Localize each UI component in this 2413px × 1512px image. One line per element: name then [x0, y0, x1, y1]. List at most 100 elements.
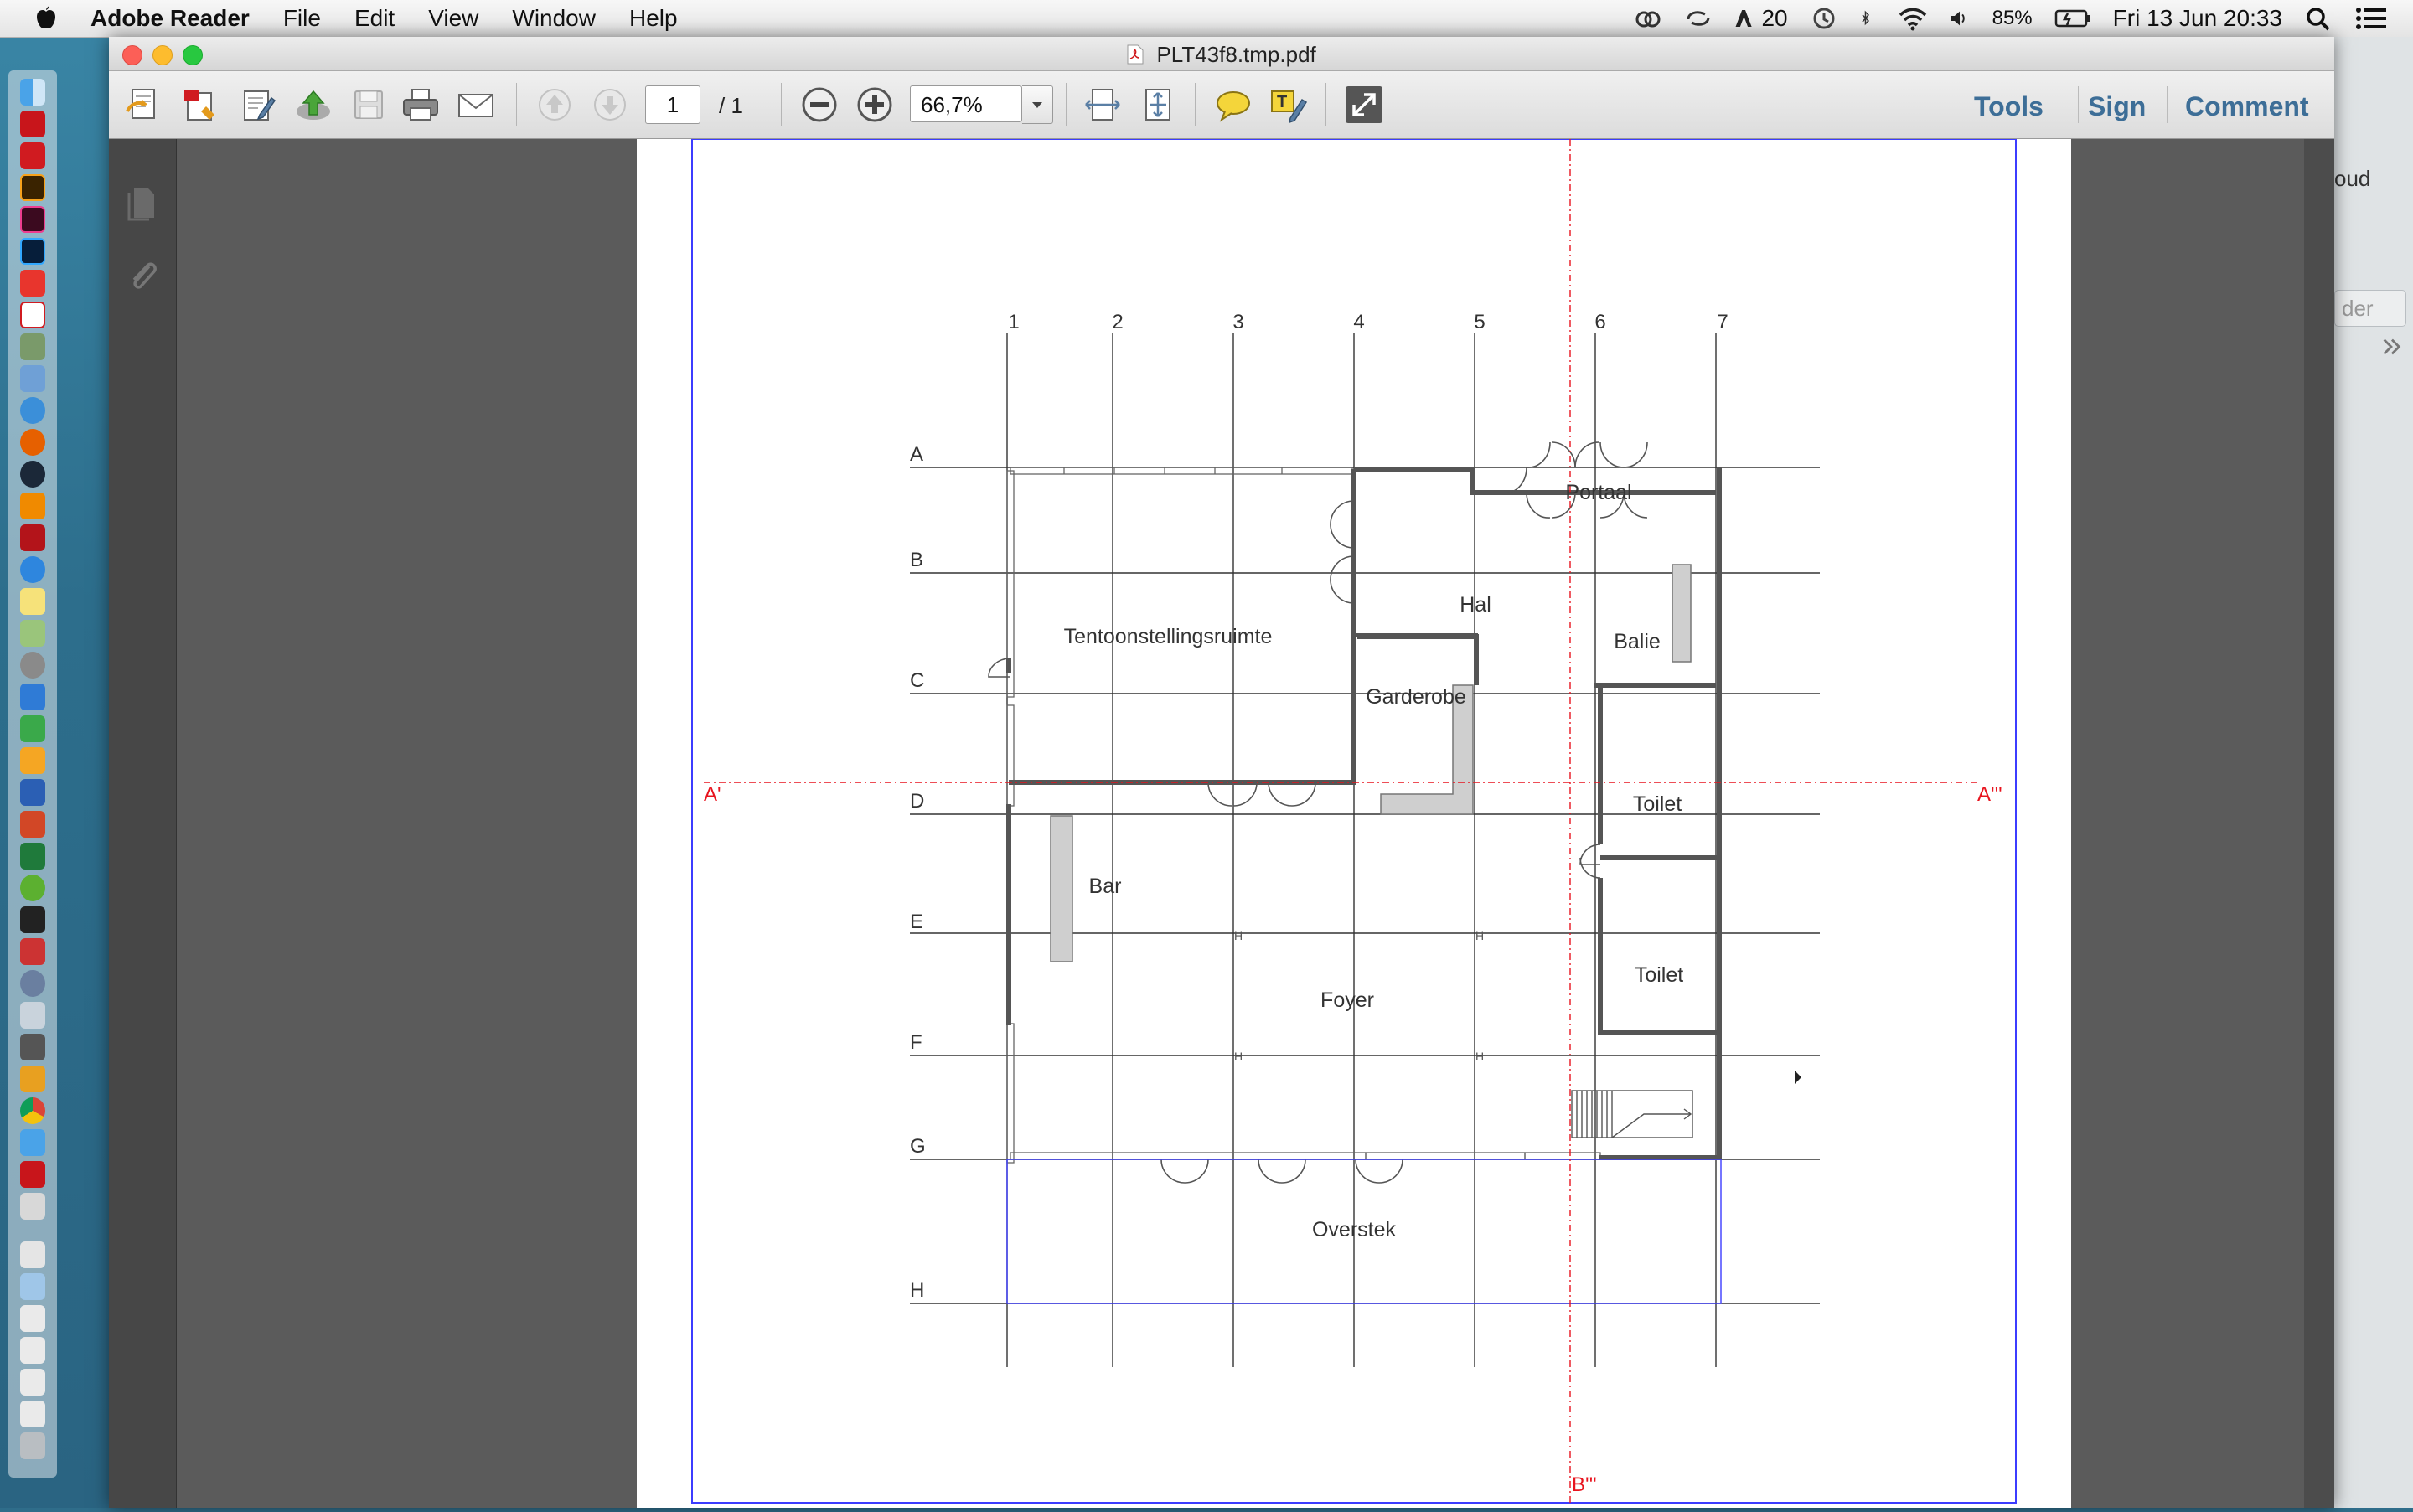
creative-cloud-icon[interactable]: [1634, 6, 1662, 31]
spotlight-search-icon[interactable]: [2304, 6, 2333, 31]
acrobat-reader-icon[interactable]: [20, 1161, 45, 1188]
comment-pane-button[interactable]: Comment: [2185, 91, 2309, 122]
document-4-icon[interactable]: [20, 1369, 45, 1396]
menu-file[interactable]: File: [283, 5, 321, 32]
adobe-updates-indicator[interactable]: 20: [1734, 5, 1788, 32]
vlc-icon[interactable]: [20, 493, 45, 519]
utorrent-icon[interactable]: [20, 875, 45, 901]
fit-page-icon[interactable]: [1138, 85, 1178, 125]
numbers-icon[interactable]: [20, 715, 45, 742]
zoom-out-icon[interactable]: [799, 85, 840, 125]
highlight-text-icon[interactable]: T: [1269, 85, 1309, 125]
powerpoint-icon[interactable]: [20, 811, 45, 838]
migration-icon[interactable]: [20, 1193, 45, 1220]
fit-width-icon[interactable]: [1082, 85, 1123, 125]
open-file-icon[interactable]: [124, 85, 164, 125]
email-icon[interactable]: [456, 85, 496, 125]
full-screen-icon[interactable]: [1344, 85, 1384, 125]
excel-icon[interactable]: [20, 843, 45, 870]
upload-cloud-icon[interactable]: [293, 85, 333, 125]
notification-center-icon[interactable]: [2354, 6, 2388, 31]
acrobat-pro-icon[interactable]: [20, 302, 45, 328]
pages-icon[interactable]: [20, 747, 45, 774]
preview-icon[interactable]: [20, 365, 45, 392]
menu-edit[interactable]: Edit: [354, 5, 395, 32]
trash-icon[interactable]: [20, 1432, 45, 1459]
document-icon[interactable]: [20, 1241, 45, 1268]
sketchup-icon[interactable]: [20, 270, 45, 297]
document-2-icon[interactable]: [20, 1305, 45, 1332]
print-icon[interactable]: [400, 85, 441, 125]
itunes-icon[interactable]: [20, 556, 45, 583]
battery-percentage[interactable]: 85%: [1992, 7, 2033, 30]
word-icon[interactable]: [20, 779, 45, 806]
edit-pdf-icon[interactable]: [238, 85, 278, 125]
volume-icon[interactable]: [1949, 6, 1971, 31]
time-machine-icon[interactable]: [1810, 6, 1838, 31]
wifi-icon[interactable]: [1899, 6, 1927, 31]
page-thumbnails-icon[interactable]: [126, 184, 159, 221]
sign-pane-button[interactable]: Sign: [2088, 91, 2146, 122]
folder-icon[interactable]: [20, 1273, 45, 1300]
zoom-dropdown-button[interactable]: [1022, 85, 1053, 124]
photoshop-icon[interactable]: [20, 238, 45, 265]
double-chevron-right-icon[interactable]: [2379, 335, 2403, 359]
system-preferences-icon[interactable]: [20, 652, 45, 679]
menu-bar: Adobe Reader File Edit View Window Help …: [0, 0, 2413, 38]
adobe-reader-icon[interactable]: [20, 142, 45, 169]
illustrator-icon[interactable]: [20, 174, 45, 201]
archive-icon[interactable]: [20, 1034, 45, 1060]
row-label: F: [910, 1031, 922, 1054]
background-window[interactable]: oud der: [2334, 37, 2413, 1508]
steam-icon[interactable]: [20, 461, 45, 488]
grapher-icon[interactable]: [20, 970, 45, 997]
game-icon[interactable]: [20, 906, 45, 933]
page-number-input[interactable]: 1: [645, 85, 700, 124]
notes-icon[interactable]: [20, 588, 45, 615]
menubar-clock[interactable]: Fri 13 Jun 20:33: [2113, 5, 2282, 32]
image-capture-icon[interactable]: [20, 333, 45, 360]
finder-window-icon[interactable]: [20, 1129, 45, 1156]
help-icon[interactable]: [20, 1002, 45, 1029]
room-label-toilet-1: Toilet: [1633, 792, 1682, 816]
create-pdf-icon[interactable]: [181, 85, 221, 125]
finder-icon[interactable]: [20, 79, 45, 106]
room-label-portaal: Portaal: [1565, 481, 1631, 504]
chrome-icon[interactable]: [20, 1097, 45, 1124]
firefox-icon[interactable]: [20, 429, 45, 456]
sync-icon[interactable]: [1684, 6, 1713, 31]
main-toolbar: 1 / 1 66,7% T Tools Sign Comment: [109, 71, 2334, 139]
menu-help[interactable]: Help: [629, 5, 678, 32]
menu-view[interactable]: View: [428, 5, 478, 32]
keynote-icon[interactable]: [20, 684, 45, 710]
bluetooth-icon[interactable]: [1860, 6, 1877, 31]
toolbar-divider: [1066, 83, 1067, 126]
tools-pane-button[interactable]: Tools: [1974, 91, 2044, 122]
pdf-page[interactable]: 1 2 3 4 5 6 7 A B C D E F G H H H H H A'…: [637, 121, 2071, 1508]
app-menu-title[interactable]: Adobe Reader: [90, 5, 250, 32]
window-titlebar[interactable]: PLT43f8.tmp.pdf: [109, 37, 2334, 71]
indesign-icon[interactable]: [20, 206, 45, 233]
acrobat-icon[interactable]: [20, 111, 45, 137]
chevron-down-icon: [1032, 102, 1042, 108]
safari-icon[interactable]: [20, 397, 45, 424]
vertical-scrollbar[interactable]: [2304, 139, 2334, 1508]
caret-right-icon[interactable]: [1793, 1069, 1803, 1086]
save-icon[interactable]: [349, 85, 389, 125]
previous-page-icon[interactable]: [535, 85, 575, 125]
apple-icon[interactable]: [34, 6, 57, 31]
preview-doc-icon[interactable]: [20, 620, 45, 647]
zoom-level-input[interactable]: 66,7%: [910, 85, 1022, 122]
cross-tool-icon[interactable]: [20, 1066, 45, 1092]
sticky-note-icon[interactable]: [1213, 85, 1253, 125]
sketch-tool-icon[interactable]: [20, 938, 45, 965]
battery-icon[interactable]: [2054, 6, 2091, 31]
next-page-icon[interactable]: [590, 85, 630, 125]
document-3-icon[interactable]: [20, 1337, 45, 1364]
background-window-field[interactable]: der: [2334, 290, 2406, 327]
attachments-icon[interactable]: [126, 258, 159, 295]
zoom-in-icon[interactable]: [855, 85, 895, 125]
photo-booth-icon[interactable]: [20, 524, 45, 551]
document-5-icon[interactable]: [20, 1401, 45, 1427]
menu-window[interactable]: Window: [512, 5, 596, 32]
